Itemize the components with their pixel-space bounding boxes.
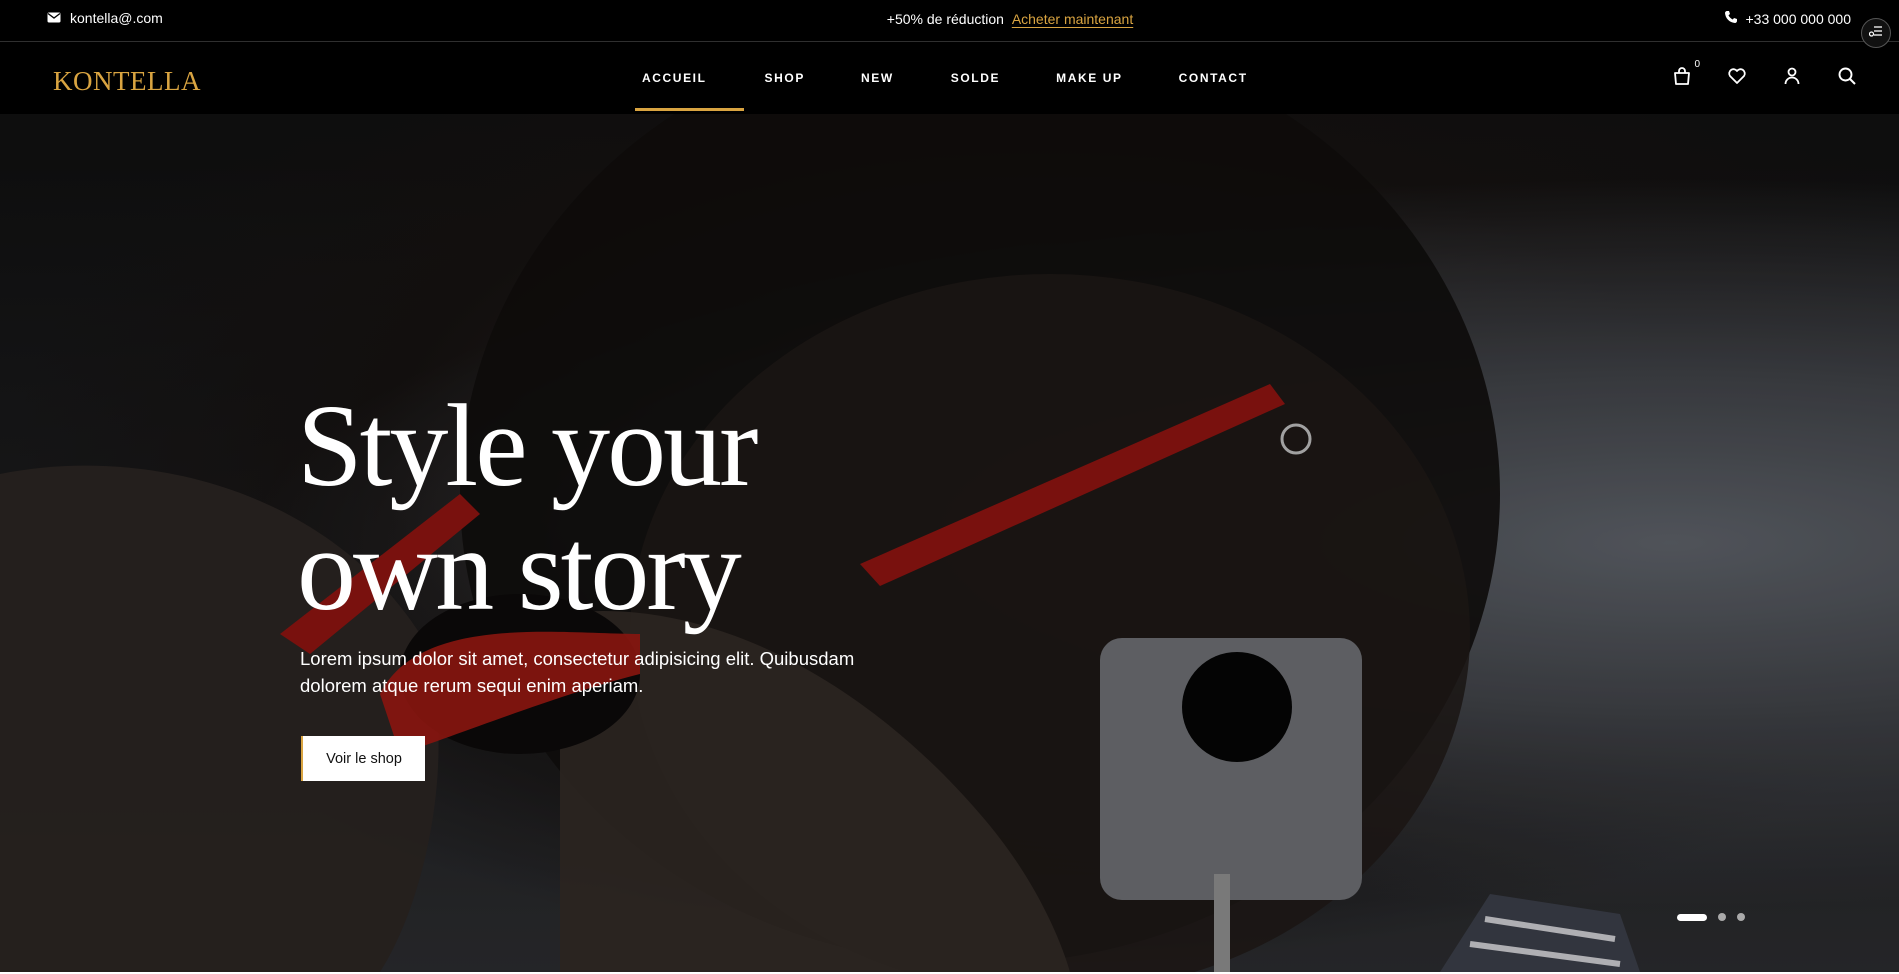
nav-item-make-up[interactable]: MAKE UP [1056,42,1179,114]
shopping-bag-icon [1672,67,1692,90]
nav-item-solde[interactable]: SOLDE [951,42,1056,114]
promo-text: +50% de réduction [886,11,1004,27]
nav-item-label: MAKE UP [1056,71,1123,85]
logo-wordmark: KONTELLA [53,66,201,96]
account-button[interactable] [1782,66,1802,86]
sliders-icon [1868,24,1883,42]
nav-icons: 0 [1672,59,1857,86]
main-navigation: KONTELLA ACCUEIL SHOP NEW SOLDE MAKE UP … [0,42,1899,114]
search-icon [1837,67,1857,90]
cart-button[interactable]: 0 [1672,59,1700,86]
settings-toggle-button[interactable] [1861,18,1891,48]
site: kontella@.com +50% de réduction Acheter … [0,0,1899,972]
heart-icon [1727,68,1747,90]
nav-item-label: CONTACT [1178,71,1248,85]
wishlist-button[interactable] [1727,66,1747,86]
svg-text:KONTELLA: KONTELLA [53,66,201,96]
hero-subtitle: Lorem ipsum dolor sit amet, consectetur … [300,648,855,696]
nav-item-contact[interactable]: CONTACT [1179,42,1276,114]
hero-overlay [0,114,1899,972]
top-bar: kontella@.com +50% de réduction Acheter … [0,0,1899,42]
slide-dot-3[interactable] [1737,913,1745,921]
nav-item-new[interactable]: NEW [861,42,951,114]
nav-item-label: NEW [860,71,894,85]
nav-item-shop[interactable]: SHOP [765,42,861,114]
hero-slider: Style your own story Lorem ipsum dolor s… [0,114,1899,972]
hero-title-line-1: Style your [297,380,758,511]
slide-dot-1[interactable] [1677,913,1707,921]
brand-logo[interactable]: KONTELLA [53,64,203,103]
cart-count-badge: 0 [1694,59,1700,70]
phone-text: +33 000 000 000 [1745,10,1852,27]
phone-contact[interactable]: +33 000 000 000 [1724,10,1852,27]
nav-item-accueil[interactable]: ACCUEIL [635,42,765,114]
nav-menu: ACCUEIL SHOP NEW SOLDE MAKE UP CONTACT [628,42,1276,114]
shop-cta-button[interactable]: Voir le shop [301,736,425,781]
search-button[interactable] [1837,66,1857,86]
nav-item-label: ACCUEIL [642,71,707,85]
hero-title-line-2: own story [297,504,742,635]
hero-title: Style your own story [297,380,758,635]
nav-item-label: SOLDE [950,71,1001,85]
user-icon [1782,67,1802,90]
slider-pagination [1677,913,1745,921]
promo-link[interactable]: Acheter maintenant [1012,11,1133,27]
slide-dot-2[interactable] [1718,913,1726,921]
nav-item-label: SHOP [764,71,805,85]
phone-icon [1724,10,1738,27]
promo-banner: +50% de réduction Acheter maintenant [0,11,1899,27]
